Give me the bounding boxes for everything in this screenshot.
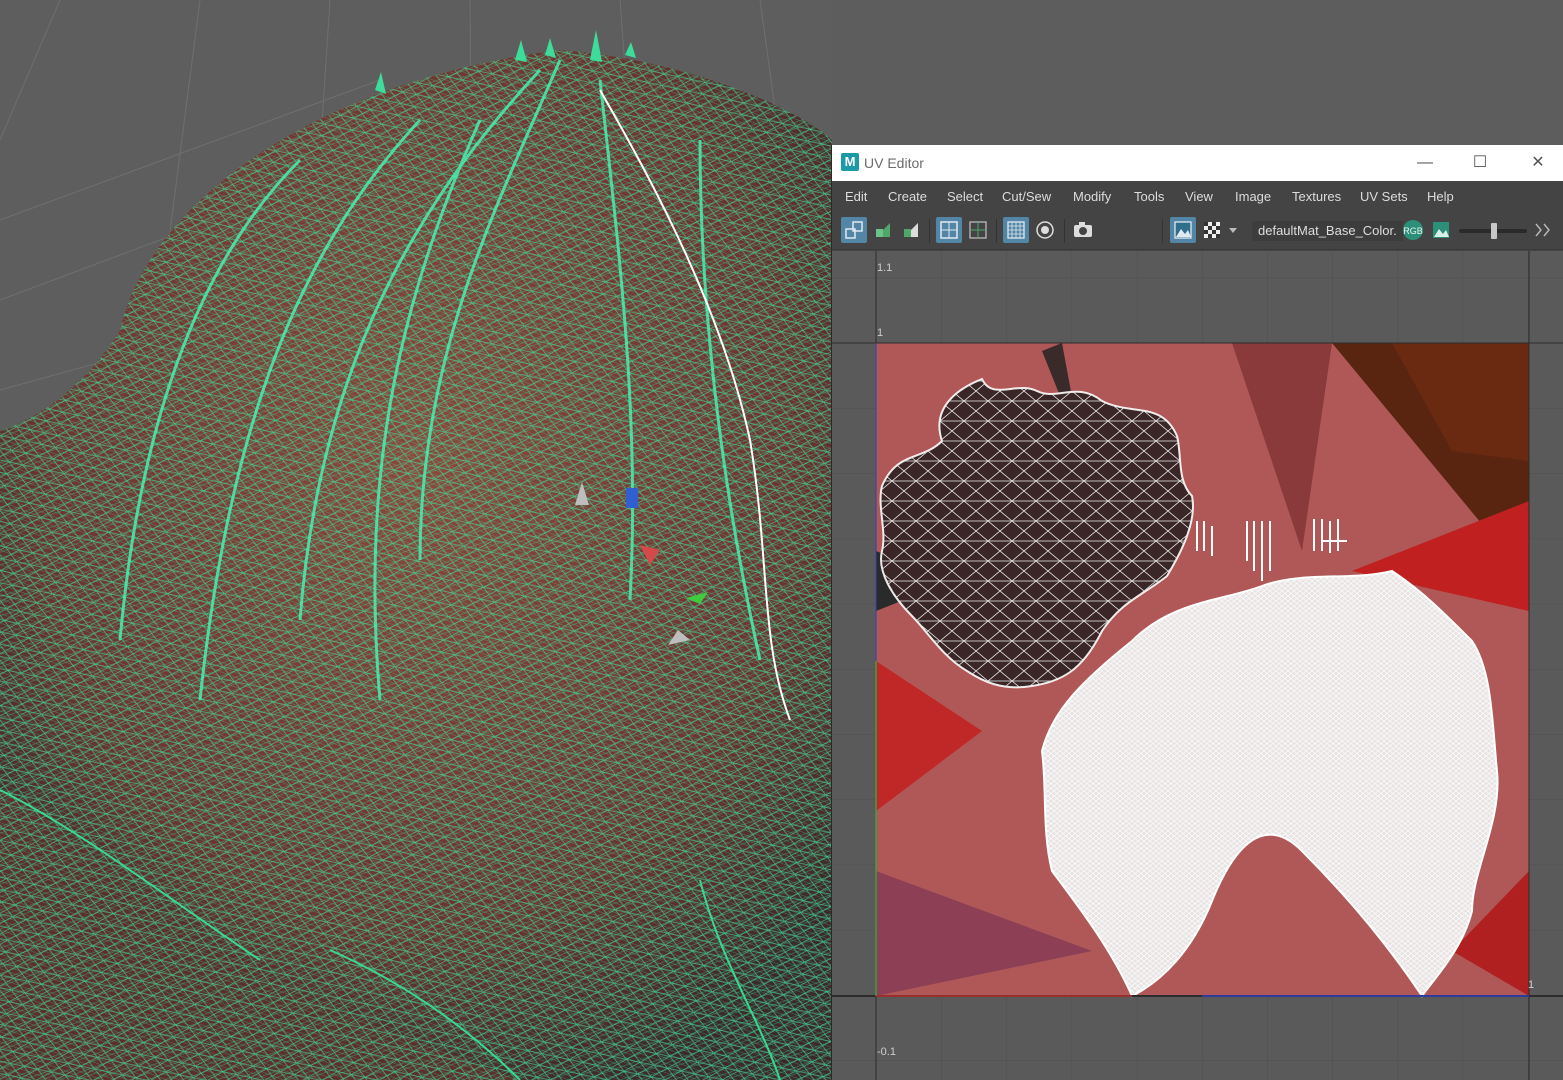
maya-logo-icon: M (841, 153, 859, 171)
menu-cut-sew[interactable]: Cut/Sew (1002, 189, 1051, 204)
snapshot-icon[interactable] (1070, 217, 1096, 243)
menu-create[interactable]: Create (888, 189, 927, 204)
maximize-button[interactable]: ☐ (1467, 151, 1493, 175)
rgb-channel-icon[interactable]: RGB (1400, 217, 1426, 243)
uv-axis-label-neg-0-1: -0.1 (877, 1046, 896, 1058)
minimize-button[interactable]: — (1412, 151, 1438, 175)
menu-textures[interactable]: Textures (1292, 189, 1341, 204)
flip-u-icon[interactable] (870, 217, 896, 243)
uv-editor-window[interactable]: M UV Editor — ☐ ✕ Edit Create Select Cut… (832, 145, 1563, 1080)
isolate-icon[interactable] (1032, 217, 1058, 243)
grid-toggle-icon[interactable] (965, 217, 991, 243)
uv-menubar: Edit Create Select Cut/Sew Modify Tools … (832, 181, 1563, 211)
uv-editor-titlebar[interactable]: M UV Editor — ☐ ✕ (832, 145, 1563, 181)
display-image-icon[interactable] (1170, 217, 1196, 243)
exposure-slider-handle[interactable] (1491, 223, 1497, 239)
rgb-label: RGB (1403, 226, 1423, 236)
window-title: UV Editor (864, 155, 924, 171)
uv-axis-label-1-1: 1.1 (877, 262, 893, 274)
menu-uv-sets[interactable]: UV Sets (1360, 189, 1408, 204)
exposure-slider[interactable] (1459, 223, 1527, 239)
menu-edit[interactable]: Edit (845, 189, 867, 204)
grid-snap-icon[interactable] (936, 217, 962, 243)
uv-axis-label-1: 1 (877, 327, 884, 339)
menu-image[interactable]: Image (1235, 189, 1271, 204)
close-button[interactable]: ✕ (1525, 151, 1551, 175)
uv-shell-icon[interactable] (841, 217, 867, 243)
menu-tools[interactable]: Tools (1134, 189, 1164, 204)
dropdown-arrow-icon[interactable] (1226, 217, 1240, 243)
checker-icon[interactable] (1199, 217, 1225, 243)
3d-viewport[interactable] (0, 0, 832, 1080)
uv-axis-label-1-right: 1 (1528, 979, 1535, 991)
flip-v-icon[interactable] (898, 217, 924, 243)
uv-canvas[interactable]: 1.1 1 -0.1 1 (832, 251, 1563, 1080)
menu-select[interactable]: Select (947, 189, 983, 204)
exposure-icon[interactable] (1428, 217, 1454, 243)
texture-name-field[interactable]: defaultMat_Base_Color. (1252, 221, 1403, 241)
uv-layout (832, 251, 1563, 1080)
viewport-scene (0, 0, 832, 1080)
menu-help[interactable]: Help (1427, 189, 1454, 204)
more-arrow-icon[interactable] (1532, 217, 1552, 243)
menu-modify[interactable]: Modify (1073, 189, 1111, 204)
pixel-grid-icon[interactable] (1003, 217, 1029, 243)
menu-view[interactable]: View (1185, 189, 1213, 204)
uv-toolbar: defaultMat_Base_Color. RGB (832, 213, 1563, 250)
